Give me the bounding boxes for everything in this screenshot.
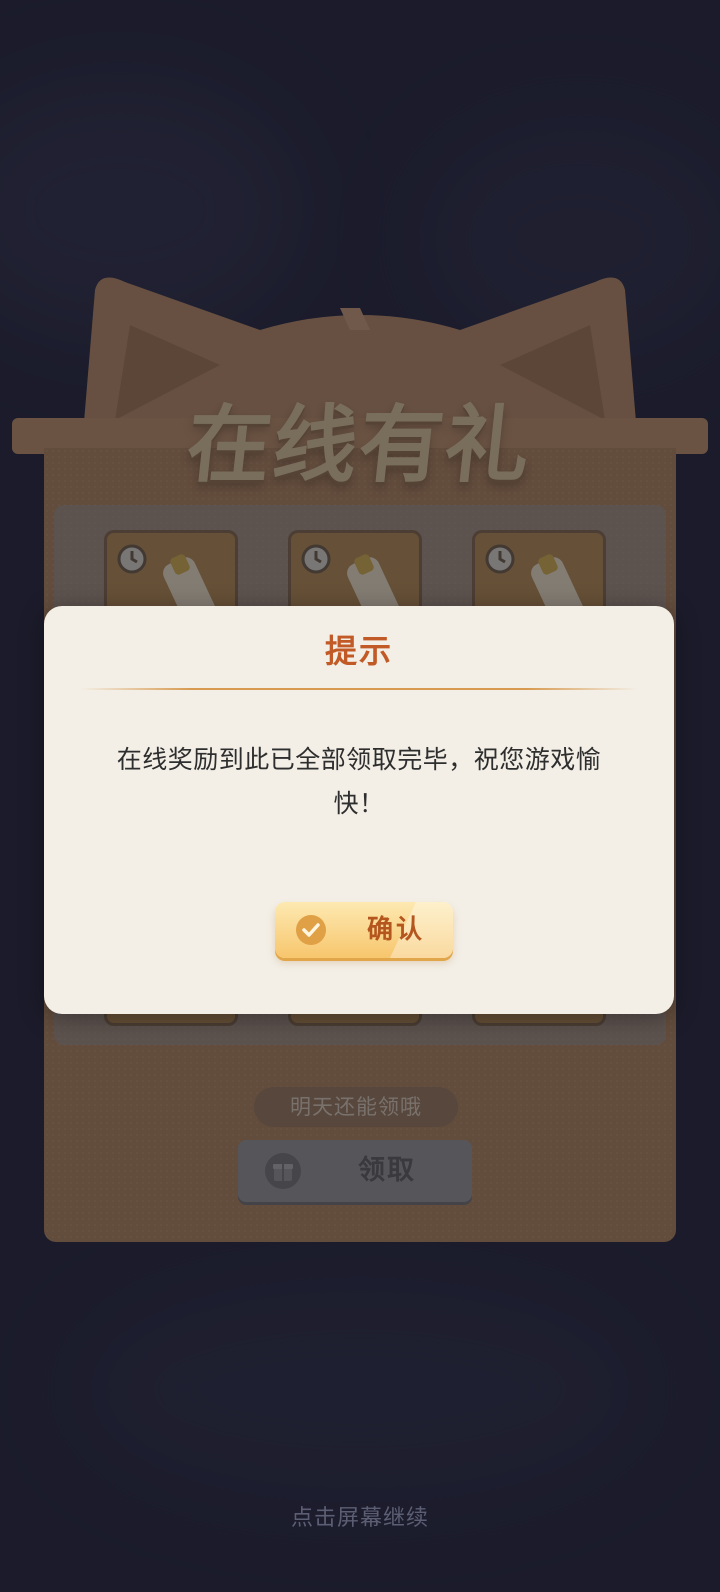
tap-to-continue-hint: 点击屏幕继续 — [290, 1506, 429, 1531]
check-circle-icon — [296, 915, 326, 945]
confirm-button-label: 确认 — [367, 915, 426, 945]
notice-dialog: 提示 在线奖励到此已全部领取完毕，祝您游戏愉快！ 确认 — [44, 606, 674, 1014]
game-screen[interactable]: 在线有礼 明天还能领哦 领取 提示 在线奖励到此已全部领取完毕，祝您游戏愉快！ … — [0, 0, 720, 1592]
confirm-button[interactable]: 确认 — [275, 902, 453, 958]
dialog-message: 在线奖励到此已全部领取完毕，祝您游戏愉快！ — [116, 745, 602, 818]
dialog-divider — [80, 688, 638, 690]
dialog-title: 提示 — [324, 632, 393, 670]
